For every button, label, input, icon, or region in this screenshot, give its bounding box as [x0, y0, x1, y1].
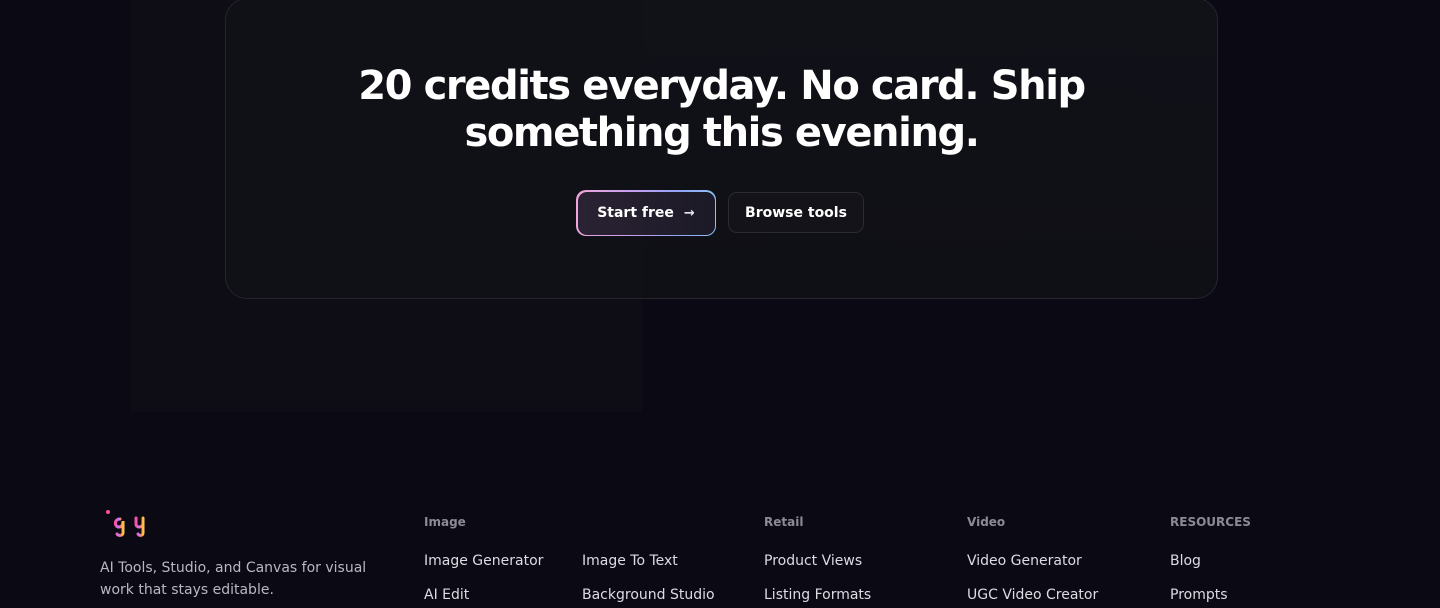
page: 20 credits everyday. No card. Ship somet… [0, 0, 1440, 608]
cta-title-line-1: 20 credits everyday. No card. Ship [358, 63, 1086, 109]
footer-heading-retail: Retail [764, 515, 804, 529]
browse-tools-button[interactable]: Browse tools [728, 192, 864, 233]
footer-link-background-studio[interactable]: Background Studio [582, 587, 715, 603]
footer-link-image-generator[interactable]: Image Generator [424, 553, 543, 569]
footer-heading-image: Image [424, 515, 466, 529]
footer-link-ugc-video-creator[interactable]: UGC Video Creator [967, 587, 1098, 603]
footer-link-blog[interactable]: Blog [1170, 553, 1201, 569]
cta-card: 20 credits everyday. No card. Ship somet… [225, 0, 1218, 299]
cta-title: 20 credits everyday. No card. Ship somet… [226, 63, 1217, 157]
start-free-button[interactable]: Start free → [576, 190, 716, 236]
footer-link-prompts[interactable]: Prompts [1170, 587, 1228, 603]
cta-title-line-2: something this evening. [464, 110, 980, 156]
start-free-label: Start free [597, 205, 674, 221]
footer-link-video-generator[interactable]: Video Generator [967, 553, 1082, 569]
footer-link-listing-formats[interactable]: Listing Formats [764, 587, 871, 603]
footer-heading-resources: RESOURCES [1170, 515, 1251, 529]
footer-link-image-to-text[interactable]: Image To Text [582, 553, 678, 569]
footer-link-product-views[interactable]: Product Views [764, 553, 862, 569]
footer-link-ai-edit[interactable]: AI Edit [424, 587, 469, 603]
footer-tagline: AI Tools, Studio, and Canvas for visual … [100, 560, 367, 598]
browse-tools-label: Browse tools [745, 204, 847, 221]
igly-logo[interactable] [104, 507, 150, 537]
arrow-right-icon: → [683, 205, 695, 221]
footer-heading-video: Video [967, 515, 1006, 529]
